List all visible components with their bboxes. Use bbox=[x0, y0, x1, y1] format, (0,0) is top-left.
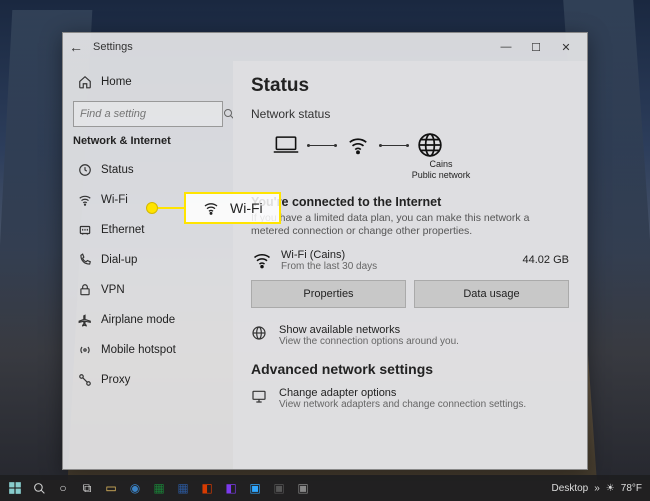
back-button[interactable]: ← bbox=[69, 39, 89, 55]
ethernet-icon bbox=[77, 223, 93, 237]
data-usage-button[interactable]: Data usage bbox=[414, 280, 569, 308]
tray-chevron-icon[interactable]: » bbox=[594, 483, 600, 494]
main-panel: Status Network status Cains Public netwo… bbox=[233, 61, 587, 469]
wifi-icon bbox=[77, 193, 93, 207]
sidebar-item-label: Status bbox=[101, 164, 134, 176]
adapter-options-link[interactable]: Change adapter options View network adap… bbox=[251, 387, 569, 410]
sidebar-item-label: Ethernet bbox=[101, 224, 144, 236]
sidebar-item-airplane[interactable]: Airplane mode bbox=[73, 305, 223, 335]
temperature: 78°F bbox=[621, 483, 642, 494]
excel-icon[interactable]: ▦ bbox=[148, 477, 170, 499]
explorer-icon[interactable]: ▭ bbox=[100, 477, 122, 499]
wifi-callout-icon bbox=[202, 200, 220, 216]
app-icon-3[interactable]: ▣ bbox=[268, 477, 290, 499]
sidebar-category: Network & Internet bbox=[73, 135, 223, 147]
tray-label: Desktop bbox=[552, 483, 589, 494]
usage-name: Wi-Fi (Cains) bbox=[281, 249, 515, 261]
minimize-button[interactable]: — bbox=[491, 41, 521, 53]
search-icon bbox=[223, 108, 233, 120]
usage-amount: 44.02 GB bbox=[523, 254, 569, 266]
dialup-icon bbox=[77, 253, 93, 267]
edge-icon[interactable]: ◉ bbox=[124, 477, 146, 499]
wifi-callout: Wi-Fi bbox=[146, 192, 281, 224]
start-button[interactable] bbox=[4, 477, 26, 499]
sidebar: Home Network & Internet Status Wi-Fi Eth… bbox=[63, 61, 233, 469]
vpn-icon bbox=[77, 283, 93, 297]
sidebar-item-vpn[interactable]: VPN bbox=[73, 275, 223, 305]
search-input[interactable] bbox=[80, 108, 223, 120]
close-button[interactable]: ✕ bbox=[551, 41, 581, 54]
sidebar-item-label: Mobile hotspot bbox=[101, 344, 176, 356]
wifi-node-icon bbox=[343, 133, 373, 157]
status-icon bbox=[77, 163, 93, 177]
weather-icon[interactable]: ☀ bbox=[606, 483, 615, 494]
connected-title: You're connected to the Internet bbox=[251, 195, 569, 209]
callout-label: Wi-Fi bbox=[230, 200, 263, 216]
sidebar-home[interactable]: Home bbox=[73, 67, 223, 97]
app-icon[interactable]: ◧ bbox=[196, 477, 218, 499]
usage-period: From the last 30 days bbox=[281, 261, 515, 272]
search-box[interactable] bbox=[73, 101, 223, 127]
taskview-icon[interactable]: ⧉ bbox=[76, 477, 98, 499]
app-icon-2[interactable]: ◧ bbox=[220, 477, 242, 499]
maximize-button[interactable]: ☐ bbox=[521, 41, 551, 54]
sidebar-item-label: Proxy bbox=[101, 374, 130, 386]
connected-desc: If you have a limited data plan, you can… bbox=[251, 212, 569, 239]
sidebar-item-dialup[interactable]: Dial-up bbox=[73, 245, 223, 275]
hotspot-icon bbox=[77, 343, 93, 357]
callout-dot bbox=[146, 202, 158, 214]
globe-small-icon bbox=[251, 324, 269, 341]
show-networks-link[interactable]: Show available networks View the connect… bbox=[251, 324, 569, 347]
callout-box: Wi-Fi bbox=[184, 192, 281, 224]
callout-line bbox=[158, 207, 184, 209]
settings-window: ← Settings — ☐ ✕ Home Network & Internet… bbox=[62, 32, 588, 470]
window-title: Settings bbox=[89, 41, 491, 53]
wifi-usage-icon bbox=[251, 250, 273, 270]
adapter-desc: View network adapters and change connect… bbox=[279, 399, 526, 410]
photoshop-icon[interactable]: ▣ bbox=[244, 477, 266, 499]
system-tray[interactable]: Desktop » ☀ 78°F bbox=[552, 483, 646, 494]
globe-icon bbox=[415, 133, 445, 157]
sidebar-item-label: Wi-Fi bbox=[101, 194, 128, 206]
network-diagram bbox=[271, 133, 569, 157]
home-icon bbox=[77, 75, 93, 89]
cortana-icon[interactable]: ○ bbox=[52, 477, 74, 499]
adapter-icon bbox=[251, 387, 269, 404]
word-icon[interactable]: ▦ bbox=[172, 477, 194, 499]
page-heading: Status bbox=[251, 75, 569, 97]
section-subheading: Network status bbox=[251, 107, 569, 121]
sidebar-home-label: Home bbox=[101, 76, 132, 88]
taskbar: ○ ⧉ ▭ ◉ ▦ ▦ ◧ ◧ ▣ ▣ ▣ Desktop » ☀ 78°F bbox=[0, 475, 650, 501]
laptop-icon bbox=[271, 133, 301, 157]
sidebar-item-proxy[interactable]: Proxy bbox=[73, 365, 223, 395]
airplane-icon bbox=[77, 313, 93, 327]
show-networks-title: Show available networks bbox=[279, 324, 459, 336]
titlebar: ← Settings — ☐ ✕ bbox=[63, 33, 587, 61]
proxy-icon bbox=[77, 373, 93, 387]
diagram-label: Cains Public network bbox=[313, 159, 569, 181]
sidebar-item-label: Airplane mode bbox=[101, 314, 175, 326]
search-task-icon[interactable] bbox=[28, 477, 50, 499]
sidebar-item-label: VPN bbox=[101, 284, 125, 296]
app-icon-4[interactable]: ▣ bbox=[292, 477, 314, 499]
sidebar-item-status[interactable]: Status bbox=[73, 155, 223, 185]
sidebar-item-label: Dial-up bbox=[101, 254, 137, 266]
adapter-title: Change adapter options bbox=[279, 387, 526, 399]
usage-row: Wi-Fi (Cains) From the last 30 days 44.0… bbox=[251, 249, 569, 272]
advanced-heading: Advanced network settings bbox=[251, 361, 569, 377]
show-networks-desc: View the connection options around you. bbox=[279, 336, 459, 347]
properties-button[interactable]: Properties bbox=[251, 280, 406, 308]
sidebar-item-hotspot[interactable]: Mobile hotspot bbox=[73, 335, 223, 365]
